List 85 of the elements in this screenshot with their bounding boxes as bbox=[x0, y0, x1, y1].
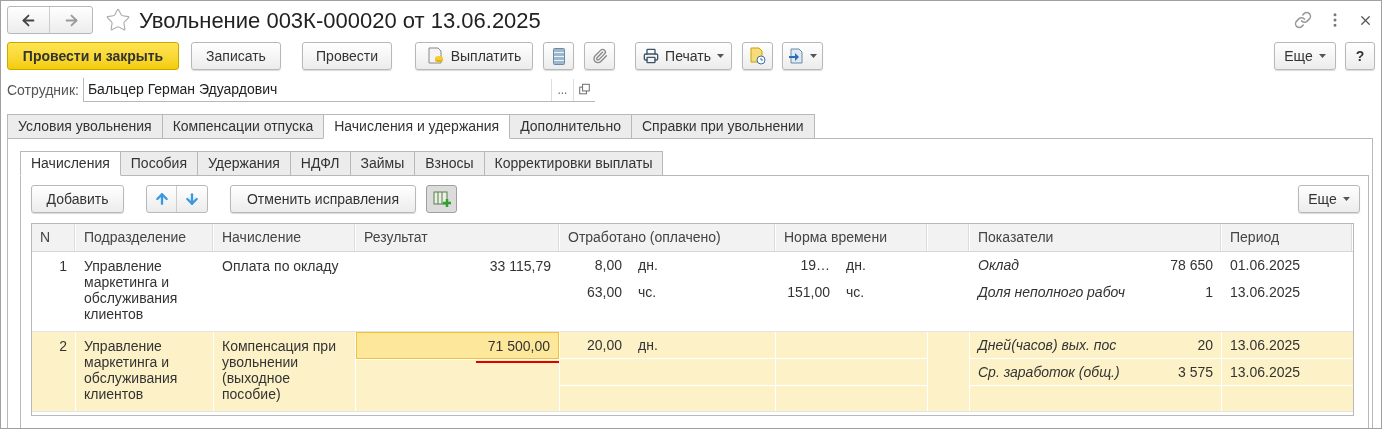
add-column-button[interactable] bbox=[426, 185, 457, 213]
tab[interactable]: Займы bbox=[349, 151, 416, 176]
select-button[interactable]: ... bbox=[550, 78, 573, 101]
printer-icon bbox=[643, 48, 660, 64]
list-icon bbox=[552, 47, 565, 65]
column-header[interactable]: Отработано (оплачено) bbox=[568, 227, 721, 248]
table-more-button[interactable]: Еще bbox=[1298, 185, 1360, 213]
help-button[interactable]: ? bbox=[1345, 42, 1375, 70]
toolbar-button[interactable]: Провести bbox=[302, 42, 392, 70]
worked-unit: чс. bbox=[637, 284, 658, 300]
table-row[interactable]: 2 Управление маркетинга и обслуживания клиентов Компенсация при увольнении (выходное пособие) 71 500,00 20,00 дн. Дней(часов) вых. пос 20 Ср. заработок (общ.) 3 575 13.06.2025 13.06.2025 bbox=[32, 332, 1353, 412]
norm-unit: дн. bbox=[845, 257, 867, 273]
post-and-close-button[interactable]: Провести и закрыть bbox=[7, 42, 179, 70]
paperclip-icon bbox=[591, 48, 608, 64]
employee-value: Бальцер Герман Эдуардович bbox=[86, 80, 279, 99]
window-title: Увольнение 003К-000020 от 13.06.2025 bbox=[139, 6, 541, 35]
period-cell-text: 13.06.2025 bbox=[1229, 284, 1302, 300]
indicator-name: Оклад bbox=[977, 257, 1020, 273]
tab[interactable]: Начисления bbox=[20, 151, 121, 176]
favorite-star-icon[interactable] bbox=[105, 7, 131, 33]
indicator-name: Дней(часов) вых. пос bbox=[975, 337, 1118, 353]
tab[interactable]: Удержания bbox=[197, 151, 291, 176]
employee-field[interactable]: Бальцер Герман Эдуардович ... bbox=[82, 78, 595, 102]
tab[interactable]: Условия увольнения bbox=[7, 114, 163, 139]
tab[interactable]: Корректировки выплаты bbox=[483, 151, 664, 176]
accrual-cell: Оплата по окладу bbox=[222, 258, 339, 274]
period-cell-text: 13.06.2025 bbox=[1229, 364, 1302, 380]
column-header[interactable]: Начисление bbox=[222, 227, 301, 248]
tab[interactable]: Начисления и удержания bbox=[323, 114, 511, 139]
indicator-name: Ср. заработок (общ.) bbox=[977, 364, 1121, 380]
caret-icon bbox=[716, 54, 724, 58]
export-button[interactable] bbox=[782, 42, 823, 70]
result-cell[interactable]: 33 115,79 bbox=[356, 252, 559, 279]
down-arrow-icon bbox=[184, 191, 200, 207]
caret-icon bbox=[810, 54, 817, 58]
indicator-value: 78 650 bbox=[1169, 257, 1214, 273]
tab[interactable]: Дополнительно bbox=[509, 114, 632, 139]
pay-button[interactable]: Выплатить bbox=[415, 42, 533, 70]
result-cell[interactable]: 71 500,00 bbox=[356, 332, 559, 359]
column-header[interactable]: N bbox=[40, 227, 51, 248]
column-header[interactable]: Результат bbox=[364, 227, 428, 248]
print-button[interactable]: Печать bbox=[635, 42, 732, 70]
tab[interactable]: Справки при увольнении bbox=[630, 114, 815, 139]
worked-value: 63,00 bbox=[585, 284, 623, 300]
worked-value: 8,00 bbox=[593, 257, 623, 273]
period-cell-text: 13.06.2025 bbox=[1229, 337, 1302, 353]
attach-button[interactable] bbox=[584, 42, 615, 70]
document-arrow-icon bbox=[788, 48, 804, 64]
tab[interactable]: НДФЛ bbox=[289, 151, 351, 176]
caret-icon bbox=[1342, 197, 1350, 201]
row-number: 2 bbox=[59, 338, 67, 354]
indicator-name: Доля неполного рабоч bbox=[975, 284, 1126, 300]
department-cell: Управление маркетинга и обслуживания клиентов bbox=[84, 258, 178, 322]
caret-icon bbox=[1318, 54, 1326, 58]
table-plus-icon bbox=[432, 191, 451, 207]
worked-value: 20,00 bbox=[585, 337, 623, 353]
indicator-value: 1 bbox=[1204, 284, 1214, 300]
column-header[interactable]: Показатели bbox=[978, 227, 1054, 248]
accrual-cell: Компенсация при увольнении (выходное пособие) bbox=[222, 338, 336, 402]
cancel-corrections-button[interactable]: Отменить исправления bbox=[230, 185, 416, 213]
more-button[interactable]: Еще bbox=[1274, 42, 1336, 70]
tab[interactable]: Компенсации отпуска bbox=[161, 114, 325, 139]
column-header[interactable]: Период bbox=[1230, 227, 1280, 248]
tab[interactable]: Взносы bbox=[414, 151, 485, 176]
link-icon[interactable] bbox=[1294, 11, 1312, 29]
worked-unit: дн. bbox=[637, 337, 659, 353]
employee-label: Сотрудник: bbox=[7, 80, 79, 100]
norm-unit: чс. bbox=[845, 284, 866, 300]
norm-value: 19… bbox=[799, 257, 831, 273]
toolbar-button[interactable]: Записать bbox=[191, 42, 281, 70]
column-header[interactable]: Норма времени bbox=[784, 227, 887, 248]
schedule-button[interactable] bbox=[742, 42, 773, 70]
norm-value: 151,00 bbox=[786, 284, 831, 300]
worked-unit: дн. bbox=[637, 257, 659, 273]
document-clock-icon bbox=[748, 47, 767, 65]
department-cell: Управление маркетинга и обслуживания клиентов bbox=[84, 338, 178, 402]
indicator-value: 3 575 bbox=[1176, 364, 1214, 380]
indicator-value: 20 bbox=[1196, 337, 1214, 353]
list-button[interactable] bbox=[543, 42, 574, 70]
row-number: 1 bbox=[59, 258, 67, 274]
add-button[interactable]: Добавить bbox=[31, 185, 124, 213]
document-coins-icon bbox=[426, 47, 445, 65]
column-header[interactable]: Подразделение bbox=[84, 227, 187, 248]
tab[interactable]: Пособия bbox=[119, 151, 198, 176]
period-cell-text: 01.06.2025 bbox=[1229, 257, 1302, 273]
